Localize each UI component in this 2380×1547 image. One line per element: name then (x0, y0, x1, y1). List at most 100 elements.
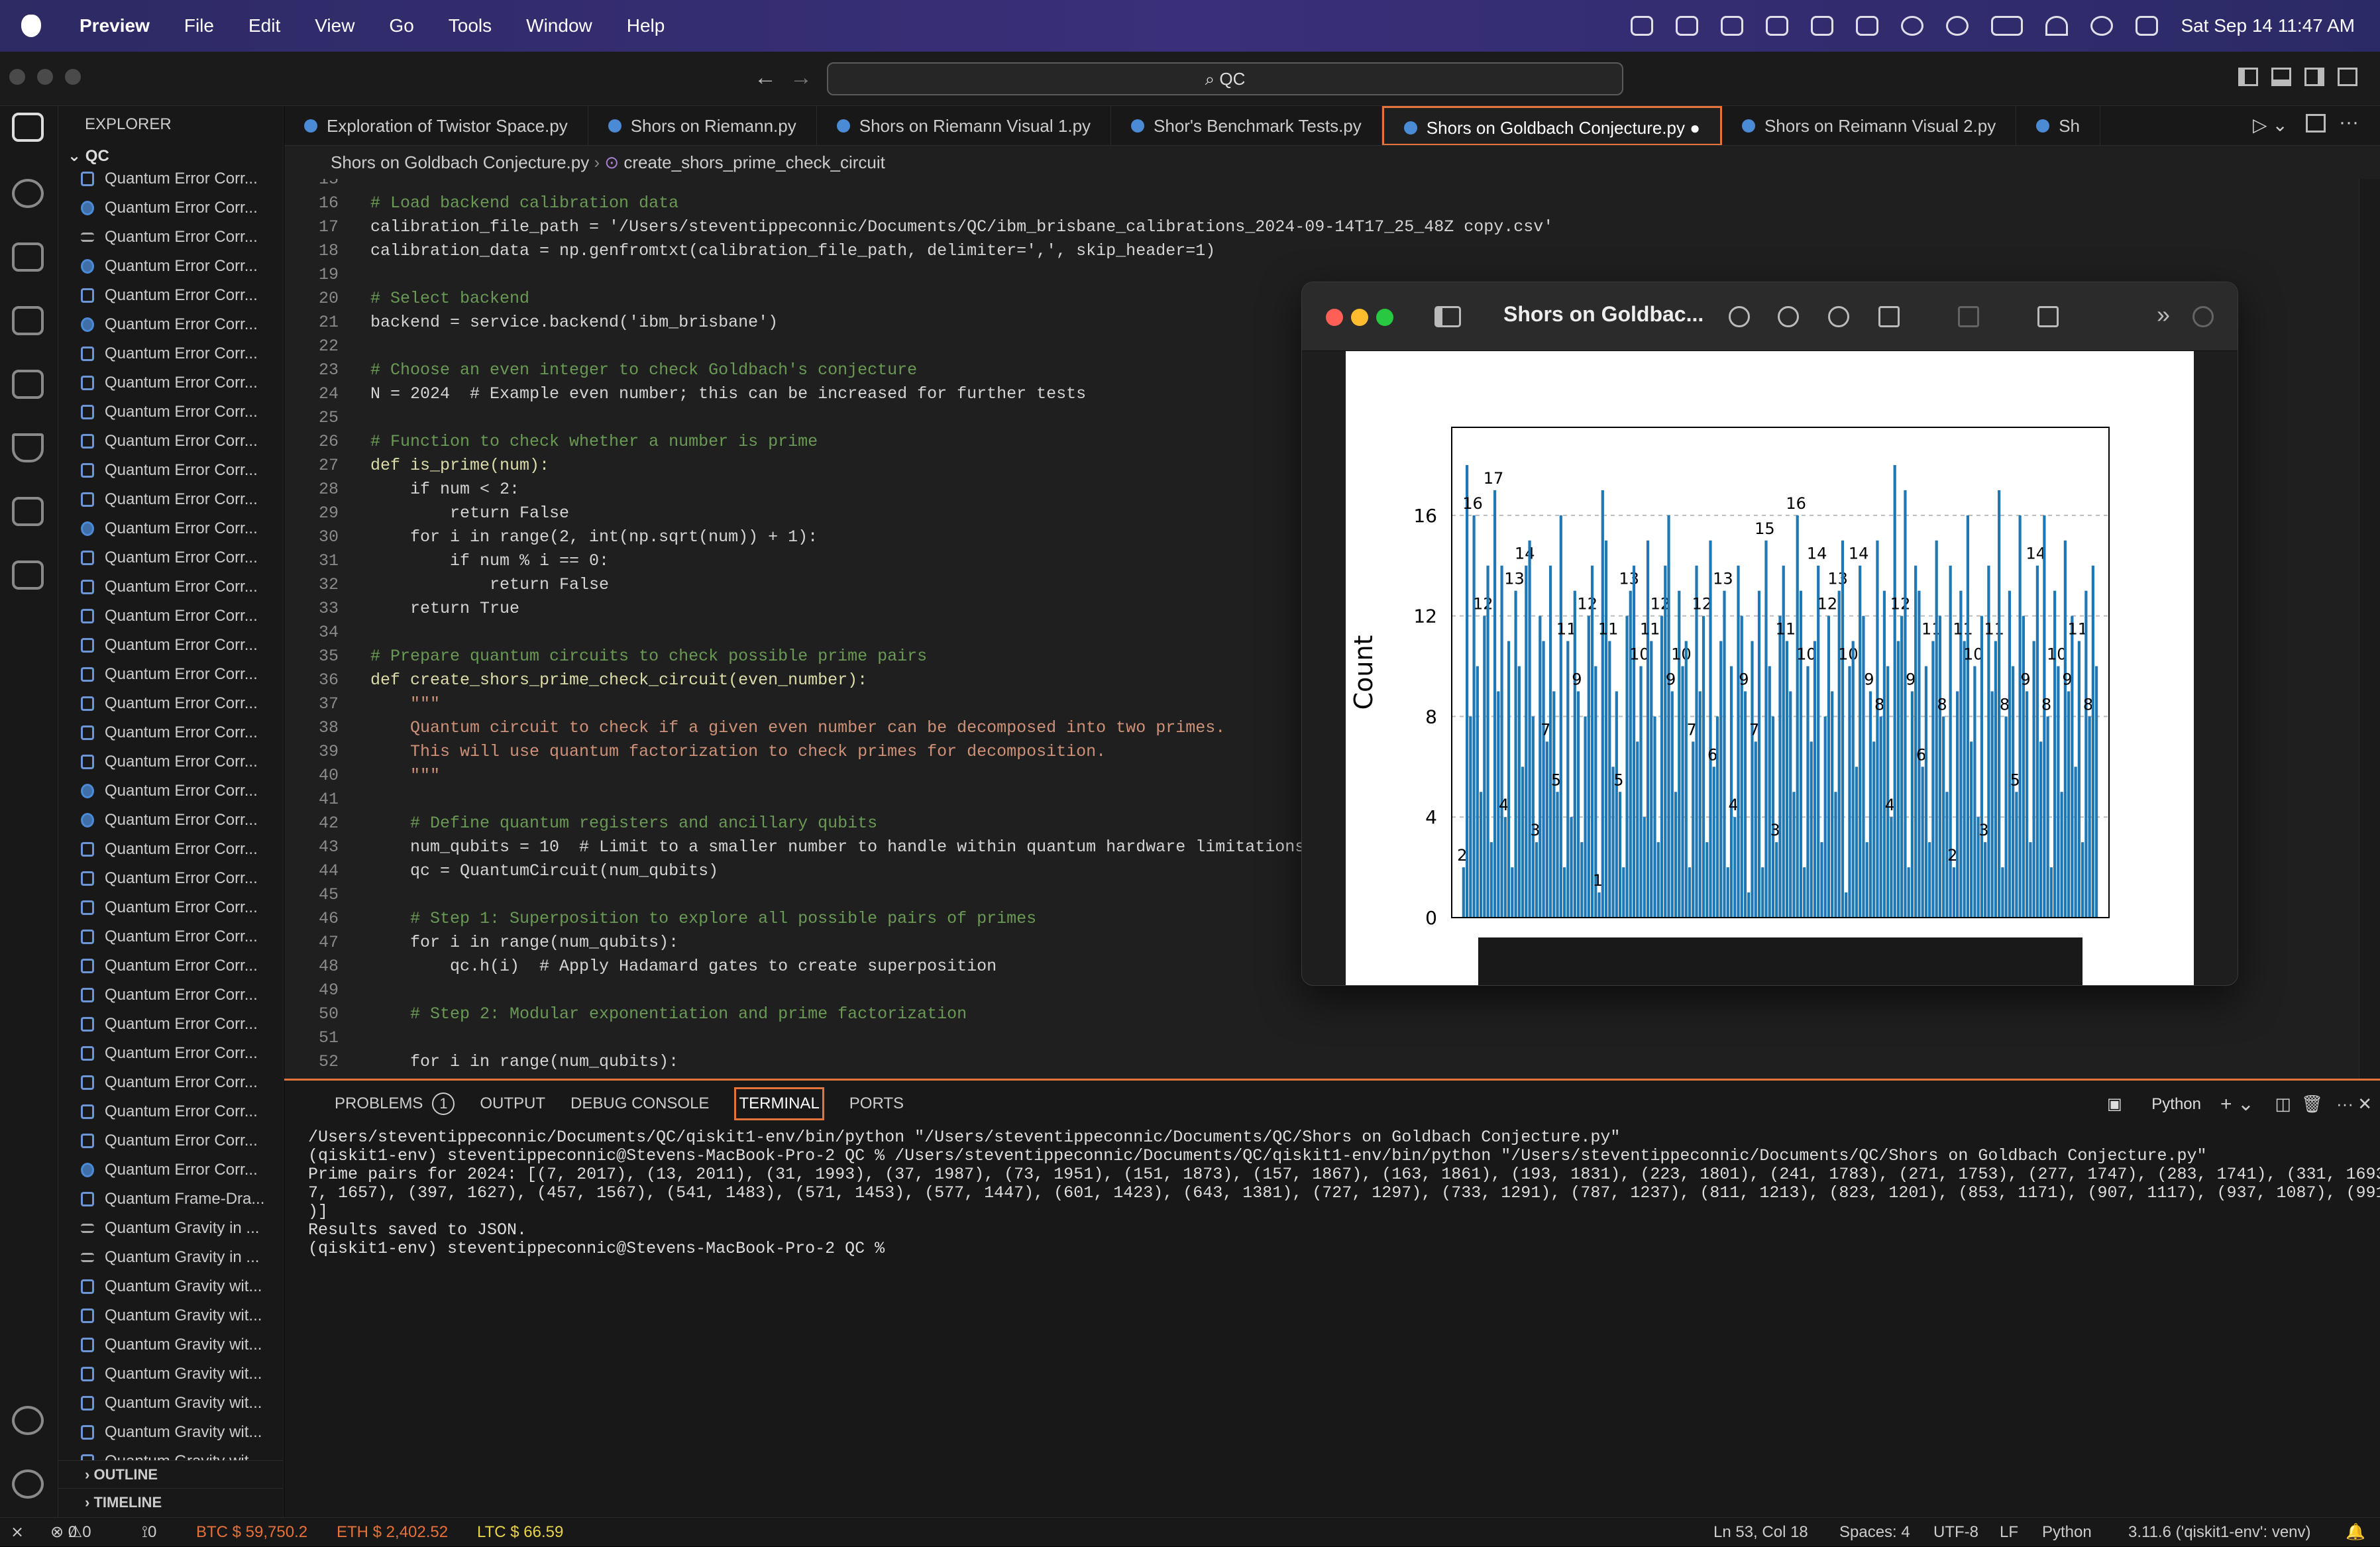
file-item[interactable]: Quantum Gravity wit... (58, 1389, 283, 1418)
file-item[interactable]: Quantum Frame-Dra... (58, 1185, 283, 1214)
run-python-icon[interactable]: ▷ ⌄ (2253, 114, 2288, 136)
editor-tab[interactable]: Shor's Benchmark Tests.py (1111, 106, 1382, 145)
file-item[interactable]: Quantum Error Corr... (58, 951, 283, 981)
code-line[interactable]: # Load backend calibration data (370, 193, 678, 213)
kill-terminal-icon[interactable]: 🗑 (2301, 1094, 2323, 1114)
more-tools-icon[interactable]: » (2157, 301, 2170, 329)
ltc-ticker[interactable]: LTC $ 66.59 (477, 1518, 563, 1547)
file-item[interactable]: Quantum Error Corr... (58, 310, 283, 339)
toggle-panel-icon[interactable] (2271, 68, 2291, 86)
status-app-icon[interactable] (1721, 16, 1744, 36)
status-app-icon[interactable] (1856, 16, 1879, 36)
code-line[interactable]: # Prepare quantum circuits to check poss… (370, 647, 927, 666)
source-control-icon[interactable] (12, 242, 44, 272)
window-close-button[interactable] (9, 69, 25, 85)
editor-tab[interactable]: Sh (2016, 106, 2101, 145)
menu-file[interactable]: File (184, 15, 214, 36)
minimap-scrollbar[interactable] (2359, 179, 2380, 1079)
rotate-icon[interactable] (2037, 306, 2059, 327)
tab-output[interactable]: OUTPUT (480, 1094, 545, 1113)
code-line[interactable]: This will use quantum factorization to c… (370, 742, 1106, 761)
search-icon[interactable] (12, 179, 44, 208)
breadcrumb-symbol[interactable]: create_shors_prime_check_circuit (623, 152, 885, 172)
file-item[interactable]: Quantum Gravity in ... (58, 1214, 283, 1243)
tab-ports[interactable]: PORTS (849, 1094, 904, 1113)
file-item[interactable]: Quantum Error Corr... (58, 281, 283, 310)
file-item[interactable]: Quantum Error Corr... (58, 514, 283, 543)
eth-ticker[interactable]: ETH $ 2,402.52 (337, 1518, 448, 1547)
menu-edit[interactable]: Edit (248, 15, 280, 36)
settings-gear-icon[interactable] (12, 1469, 44, 1499)
file-item[interactable]: Quantum Gravity wit... (58, 1360, 283, 1389)
file-item[interactable]: Quantum Error Corr... (58, 456, 283, 485)
file-item[interactable]: Quantum Error Corr... (58, 776, 283, 806)
menu-help[interactable]: Help (627, 15, 665, 36)
code-line[interactable]: N = 2024 # Example even number; this can… (370, 384, 1086, 403)
docker-icon[interactable] (12, 497, 44, 526)
menu-app-name[interactable]: Preview (80, 15, 150, 36)
code-line[interactable]: calibration_file_path = '/Users/steventi… (370, 217, 1553, 237)
extensions-icon[interactable] (12, 370, 44, 399)
menu-view[interactable]: View (315, 15, 354, 36)
code-line[interactable]: # Define quantum registers and ancillary… (370, 814, 877, 833)
file-item[interactable]: Quantum Gravity wit... (58, 1330, 283, 1360)
markup-icon[interactable] (1958, 306, 1979, 327)
code-line[interactable]: # Choose an even integer to check Goldba… (370, 360, 917, 380)
file-item[interactable]: Quantum Error Corr... (58, 1097, 283, 1126)
back-arrow-icon[interactable]: ← (754, 65, 777, 91)
explorer-icon[interactable] (12, 113, 44, 142)
code-line[interactable]: for i in range(num_qubits): (370, 1052, 678, 1071)
file-item[interactable]: Quantum Error Corr... (58, 981, 283, 1010)
notifications-icon[interactable]: 🔔 (2346, 1518, 2365, 1547)
file-item[interactable]: Quantum Error Corr... (58, 339, 283, 368)
file-item[interactable]: Quantum Error Corr... (58, 806, 283, 835)
customize-layout-icon[interactable] (2338, 68, 2357, 86)
file-item[interactable]: Quantum Error Corr... (58, 1039, 283, 1068)
editor-tab[interactable]: Shors on Riemann Visual 1.py (817, 106, 1112, 145)
file-item[interactable]: Quantum Gravity wit... (58, 1272, 283, 1301)
new-terminal-icon[interactable]: + ⌄ (2220, 1093, 2254, 1116)
battery-icon[interactable] (1991, 16, 2024, 36)
file-item[interactable]: Quantum Error Corr... (58, 1010, 283, 1039)
code-line[interactable]: return True (370, 599, 519, 618)
file-item[interactable]: Quantum Gravity wit... (58, 1418, 283, 1447)
language-mode[interactable]: Python (2042, 1518, 2092, 1547)
code-line[interactable]: return False (370, 575, 609, 594)
toggle-secondary-sidebar-icon[interactable] (2304, 68, 2324, 86)
preview-close-button[interactable] (1326, 309, 1343, 326)
file-item[interactable]: Quantum Error Corr... (58, 864, 283, 893)
file-item[interactable]: Quantum Gravity in ... (58, 1243, 283, 1272)
status-app-icon[interactable] (1766, 16, 1789, 36)
play-icon[interactable] (1901, 16, 1924, 36)
editor-tab[interactable]: Exploration of Twistor Space.py (284, 106, 588, 145)
split-editor-icon[interactable] (2306, 114, 2326, 133)
cursor-position[interactable]: Ln 53, Col 18 (1713, 1518, 1808, 1547)
code-line[interactable]: def is_prime(num): (370, 456, 549, 475)
tab-terminal[interactable]: TERMINAL (734, 1087, 824, 1120)
code-line[interactable]: qc.h(i) # Apply Hadamard gates to create… (370, 957, 997, 976)
code-line[interactable]: Quantum circuit to check if a given even… (370, 718, 1225, 737)
file-item[interactable]: Quantum Error Corr... (58, 718, 283, 747)
code-line[interactable]: return False (370, 504, 569, 523)
line-ending[interactable]: LF (2000, 1518, 2018, 1547)
file-item[interactable]: Quantum Error Corr... (58, 1155, 283, 1185)
editor-tab[interactable]: Shors on Riemann.py (588, 106, 817, 145)
file-item[interactable]: Quantum Error Corr... (58, 631, 283, 660)
timeline-section[interactable]: › TIMELINE (58, 1488, 283, 1516)
run-debug-icon[interactable] (12, 306, 44, 335)
editor-tab[interactable]: Shors on Goldbach Conjecture.py ● (1381, 106, 1722, 145)
window-minimize-button[interactable] (37, 69, 53, 85)
apple-icon[interactable] (21, 15, 41, 37)
code-line[interactable]: # Function to check whether a number is … (370, 432, 818, 451)
file-item[interactable]: Quantum Error Corr... (58, 1068, 283, 1097)
close-panel-icon[interactable]: ✕ (2357, 1094, 2372, 1114)
info-icon[interactable] (1729, 306, 1750, 327)
wifi-icon[interactable] (2045, 16, 2069, 36)
code-line[interactable]: """ (370, 766, 440, 785)
file-item[interactable]: Quantum Error Corr... (58, 602, 283, 631)
status-app-icon[interactable] (1676, 16, 1699, 36)
file-item[interactable]: Quantum Error Corr... (58, 427, 283, 456)
menu-window[interactable]: Window (526, 15, 592, 36)
file-item[interactable]: Quantum Error Corr... (58, 660, 283, 689)
window-zoom-button[interactable] (65, 69, 81, 85)
